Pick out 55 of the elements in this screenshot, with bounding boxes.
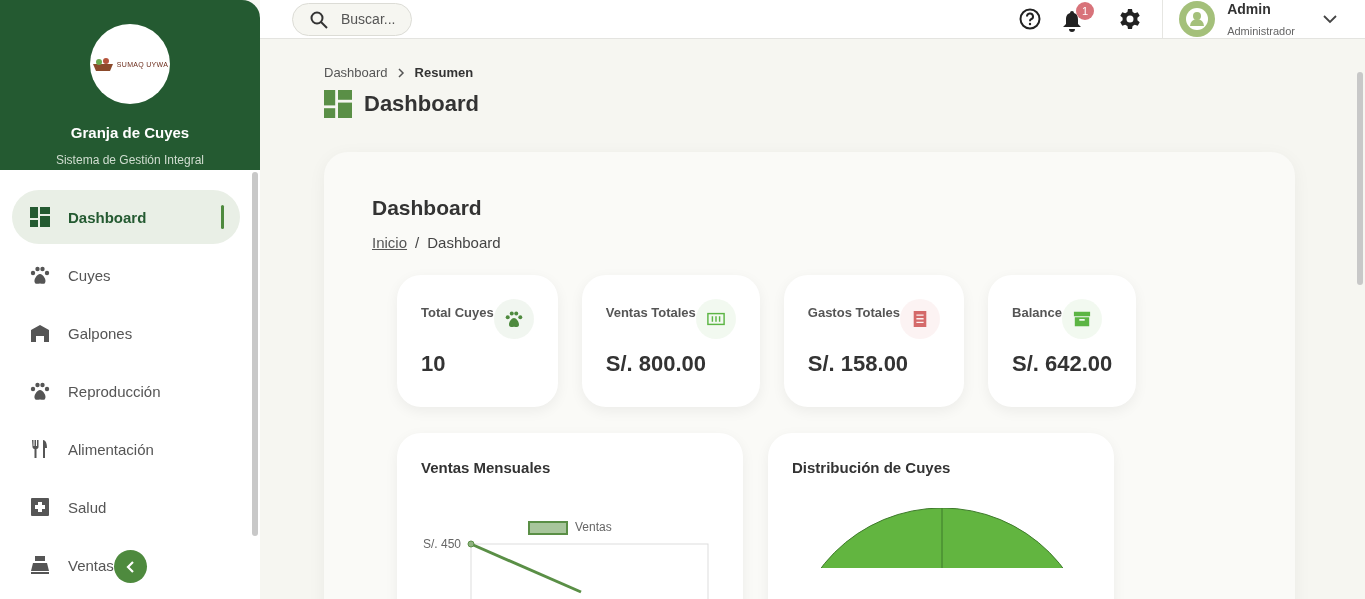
settings-icon [1119, 8, 1142, 30]
sidebar-item[interactable]: Salud [12, 480, 240, 534]
medical-plus-icon [30, 497, 50, 517]
stat-value: 10 [421, 351, 447, 377]
stat-label: Balance [1012, 305, 1062, 320]
breadcrumb-current: Resumen [414, 65, 474, 80]
breadcrumb-link[interactable]: Inicio [372, 234, 408, 251]
cash-register-icon [30, 555, 50, 575]
breadcrumb-link[interactable]: Dashboard [324, 65, 388, 80]
paw-icon [504, 310, 523, 328]
chart-title: Distribución de Cuyes [792, 459, 952, 476]
stat-label: Ventas Totales [605, 305, 696, 320]
sidebar-item[interactable]: Dashboard [12, 190, 240, 244]
sidebar-item[interactable]: Alimentación [12, 422, 240, 476]
help-icon [1019, 8, 1042, 30]
breadcrumb-separator: / [415, 234, 420, 251]
archive-box-icon [1072, 310, 1091, 328]
scrollbar-thumb[interactable] [1357, 72, 1363, 285]
app-subtitle: Sistema de Gestión Integral [55, 153, 205, 167]
stat-label: Total Cuyes [421, 305, 494, 320]
help-button[interactable] [1018, 7, 1043, 31]
page-title: Dashboard [364, 91, 479, 117]
sidebar-item[interactable]: Cuyes [12, 248, 240, 302]
section-title: Dashboard [372, 196, 483, 220]
settings-button[interactable] [1118, 7, 1143, 31]
sidebar-item[interactable]: Reproducción [12, 364, 240, 418]
paw-icon [30, 265, 50, 285]
dashboard-icon [30, 207, 50, 227]
app-title: Granja de Cuyes [70, 124, 190, 141]
scrollbar-thumb[interactable] [252, 172, 258, 536]
notification-count: 1 [1076, 2, 1095, 20]
chevron-down-icon [1323, 14, 1337, 24]
farm-basket-icon [91, 56, 114, 72]
sidebar-item[interactable]: Galpones [12, 306, 240, 360]
sidebar-item[interactable]: Ventas [12, 538, 240, 592]
chevron-left-icon [125, 560, 136, 573]
utensils-icon [30, 439, 50, 459]
chevron-right-icon [397, 67, 405, 78]
paw-icon [30, 381, 50, 401]
breadcrumb-current: Dashboard [427, 234, 501, 251]
collapse-sidebar-button[interactable] [114, 550, 147, 583]
money-bill-icon [706, 310, 725, 328]
chart-title: Ventas Mensuales [421, 459, 552, 476]
legend-label: Ventas [575, 520, 612, 534]
stat-value: S/. 642.00 [1012, 351, 1113, 377]
user-menu[interactable]: Admin Administrador [1179, 1, 1337, 37]
bell-icon [1062, 10, 1083, 32]
stat-label: Gastos Totales [807, 305, 901, 320]
barn-icon [30, 323, 50, 343]
stat-value: S/. 800.00 [605, 351, 708, 377]
search-field[interactable]: Buscar... [292, 2, 412, 36]
axis-tick-label: S/. 450 [423, 537, 462, 551]
stat-value: S/. 158.00 [807, 351, 910, 377]
dashboard-icon [324, 90, 352, 118]
legend-swatch [528, 521, 568, 535]
